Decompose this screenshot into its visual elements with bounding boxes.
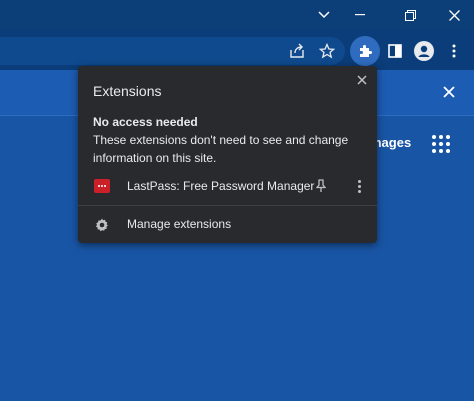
- restore-button[interactable]: [392, 0, 428, 30]
- more-options-icon: [357, 179, 361, 183]
- window-titlebar: [0, 0, 474, 30]
- minimize-button[interactable]: [342, 0, 378, 30]
- side-panel-button[interactable]: [384, 40, 406, 62]
- extensions-button[interactable]: [350, 36, 380, 66]
- pin-extension-button[interactable]: [314, 178, 328, 194]
- close-icon: [443, 86, 455, 98]
- no-access-heading: No access needed: [93, 115, 198, 129]
- extensions-icon: [360, 45, 372, 57]
- profile-icon: [418, 45, 430, 57]
- side-panel-icon: [388, 44, 402, 58]
- no-access-description: These extensions don't need to see and c…: [93, 133, 349, 165]
- avatar: [414, 41, 434, 61]
- tab-search-button[interactable]: [306, 0, 342, 30]
- dismiss-bar-button[interactable]: [443, 85, 457, 99]
- close-icon: [357, 75, 367, 85]
- manage-extensions-label: Manage extensions: [127, 217, 232, 231]
- restore-icon: [404, 9, 416, 21]
- extension-name: LastPass: Free Password Manager: [127, 179, 315, 193]
- bookmark-button[interactable]: [316, 40, 338, 62]
- apps-grid-icon: [432, 135, 436, 139]
- extension-more-button[interactable]: [354, 178, 364, 194]
- close-window-button[interactable]: [436, 0, 472, 30]
- share-icon: [290, 43, 304, 58]
- lastpass-icon: [94, 179, 110, 193]
- menu-icon: [452, 44, 456, 58]
- chevron-down-icon: [318, 11, 330, 19]
- star-icon: [319, 43, 335, 59]
- manage-extensions-item[interactable]: Manage extensions: [78, 214, 377, 236]
- minimize-icon: [355, 14, 365, 16]
- chrome-menu-button[interactable]: [443, 40, 465, 62]
- extension-item-lastpass[interactable]: LastPass: Free Password Manager: [78, 175, 377, 197]
- close-popup-button[interactable]: [354, 72, 370, 88]
- profile-button[interactable]: [413, 40, 435, 62]
- pin-icon: [316, 179, 326, 192]
- share-button[interactable]: [286, 40, 308, 62]
- close-icon: [448, 9, 460, 21]
- divider: [78, 205, 377, 206]
- extensions-menu: Extensions No access needed These extens…: [78, 66, 377, 243]
- apps-button[interactable]: [432, 135, 450, 153]
- gear-icon: [95, 218, 109, 232]
- popup-title: Extensions: [93, 83, 162, 99]
